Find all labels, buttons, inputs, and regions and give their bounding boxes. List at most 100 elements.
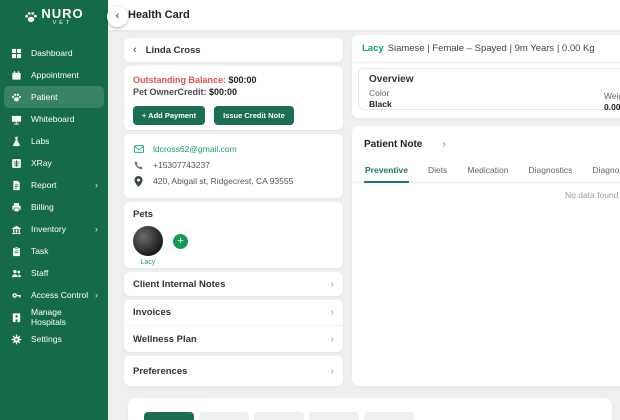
pet-overview-card: Lacy Siamese | Female – Spayed | 9m Year… — [352, 35, 620, 118]
sidebar-item-manage-hospitals[interactable]: Manage Hospitals — [4, 306, 104, 328]
billing-icon — [10, 201, 22, 213]
sidebar-item-settings[interactable]: Settings — [4, 328, 104, 350]
empty-state-text: No data found — [565, 190, 619, 200]
sidebar-item-billing[interactable]: Billing — [4, 196, 104, 218]
chevron-right-icon: › — [95, 224, 98, 234]
sidebar-item-label: Inventory — [31, 224, 66, 234]
invoices-row[interactable]: Invoices › — [124, 300, 343, 326]
key-icon — [10, 289, 22, 301]
overview-title: Overview — [369, 74, 414, 85]
sidebar-item-label: Whiteboard — [31, 114, 75, 124]
task-icon — [10, 245, 22, 257]
sidebar-item-label: Task — [31, 246, 49, 256]
client-address: 420, Abigail st, Ridgecrest, CA 93555 — [153, 176, 294, 186]
tab-diagnostics[interactable]: Diagnostics — [527, 159, 573, 183]
sidebar-item-label: Settings — [31, 334, 62, 344]
wellness-plan-row[interactable]: Wellness Plan › — [124, 326, 343, 352]
tab-diets[interactable]: Diets — [427, 159, 448, 183]
chevron-right-icon: › — [330, 278, 334, 290]
report-icon — [10, 179, 22, 191]
outstanding-balance-value: $00:00 — [228, 75, 257, 85]
sidebar-item-inventory[interactable]: Inventory › — [4, 218, 104, 240]
plus-icon: + — [177, 234, 184, 247]
sidebar-item-label: Report — [31, 180, 57, 190]
patient-note-row[interactable]: Patient Note › — [352, 126, 620, 154]
sidebar-item-patient[interactable]: Patient — [4, 86, 104, 108]
client-phone-row[interactable]: +15307743237 — [133, 157, 334, 173]
paw-icon — [10, 91, 22, 103]
bottom-tab[interactable] — [364, 412, 414, 420]
add-payment-button[interactable]: + Add Payment — [133, 106, 206, 125]
bottom-tab[interactable] — [199, 412, 249, 420]
sidebar-collapse-button[interactable]: ‹ — [107, 6, 128, 27]
brand-subtitle: VET — [52, 20, 73, 26]
tab-diagnoses[interactable]: Diagnoses — [591, 159, 620, 183]
sidebar-item-label: Billing — [31, 202, 54, 212]
overview-field-weight: Weight 0.00 Kg — [604, 91, 620, 113]
bottom-tab[interactable] — [254, 412, 304, 420]
sidebar-item-whiteboard[interactable]: Whiteboard — [4, 108, 104, 130]
client-internal-notes-label: Client Internal Notes — [133, 278, 226, 290]
tab-preventive[interactable]: Preventive — [364, 159, 409, 183]
sidebar-item-label: Patient — [31, 92, 58, 102]
sidebar-item-dashboard[interactable]: Dashboard — [4, 42, 104, 64]
issue-credit-note-button[interactable]: Issue Credit Note — [214, 106, 294, 125]
sidebar-item-staff[interactable]: Staff — [4, 262, 104, 284]
patient-detail-card: Patient Note › Preventive Diets Medicati… — [352, 126, 620, 386]
phone-icon — [133, 161, 144, 170]
pet-list-item[interactable]: Lacy — [133, 226, 163, 266]
preferences-row[interactable]: Preferences › — [124, 356, 343, 386]
chevron-right-icon: › — [442, 139, 446, 150]
dashboard-icon — [10, 47, 22, 59]
sidebar-item-report[interactable]: Report › — [4, 174, 104, 196]
sidebar-item-label: Appointment — [31, 70, 79, 80]
bottom-tab-active[interactable] — [144, 412, 194, 420]
whiteboard-icon — [10, 113, 22, 125]
outstanding-balance: Outstanding Balance: $00:00 — [133, 74, 334, 86]
pet-name: Lacy — [362, 43, 384, 54]
sidebar-item-task[interactable]: Task — [4, 240, 104, 262]
pet-owner-credit: Pet OwnerCredit: $00:00 — [133, 86, 334, 98]
paw-logo-icon — [24, 10, 38, 24]
pets-card: Pets Lacy + — [124, 202, 343, 268]
invoices-label: Invoices — [133, 307, 172, 318]
bottom-tab[interactable] — [309, 412, 359, 420]
sidebar-item-label: Manage Hospitals — [31, 307, 66, 327]
pet-summary-header: Lacy Siamese | Female – Spayed | 9m Year… — [352, 35, 620, 63]
balance-card: Outstanding Balance: $00:00 Pet OwnerCre… — [124, 66, 343, 130]
sidebar-item-xray[interactable]: XRay — [4, 152, 104, 174]
color-label: Color — [369, 88, 390, 98]
gear-icon — [10, 333, 22, 345]
overview-box: Overview Color Black Weight 0.00 Kg — [358, 68, 620, 113]
sidebar-item-labs[interactable]: Labs — [4, 130, 104, 152]
back-button[interactable]: ‹ — [133, 44, 137, 56]
hospital-icon — [10, 311, 22, 323]
outstanding-balance-label: Outstanding Balance: — [133, 75, 227, 85]
sidebar-item-access-control[interactable]: Access Control › — [4, 284, 104, 306]
pet-avatar[interactable] — [133, 226, 163, 256]
patient-tabs: Preventive Diets Medication Diagnostics … — [352, 159, 620, 183]
tab-medication[interactable]: Medication — [466, 159, 509, 183]
client-address-row: 420, Abigail st, Ridgecrest, CA 93555 — [133, 173, 334, 189]
client-email-row[interactable]: ldcross62@gmail.com — [133, 141, 334, 157]
pet-name-label: Lacy — [140, 259, 156, 266]
sidebar-item-label: XRay — [31, 158, 52, 168]
client-internal-notes-card: Client Internal Notes › — [124, 272, 343, 296]
xray-icon — [10, 157, 22, 169]
calendar-icon — [10, 69, 22, 81]
sidebar-item-appointment[interactable]: Appointment — [4, 64, 104, 86]
top-bar: Health Card — [108, 0, 620, 30]
client-internal-notes-row[interactable]: Client Internal Notes › — [124, 272, 343, 296]
color-value: Black — [369, 99, 392, 109]
sidebar-item-label: Labs — [31, 136, 50, 146]
location-pin-icon — [133, 175, 144, 187]
pet-owner-credit-value: $00:00 — [209, 87, 238, 97]
wellness-plan-label: Wellness Plan — [133, 333, 197, 345]
add-pet-button[interactable]: + — [173, 233, 188, 249]
overview-field-color: Color Black — [369, 88, 620, 110]
chevron-right-icon: › — [330, 307, 334, 318]
bottom-tabs — [128, 398, 612, 420]
contact-card: ldcross62@gmail.com +15307743237 420, Ab… — [124, 134, 343, 198]
page-title: Health Card — [128, 9, 190, 21]
client-phone: +15307743237 — [153, 160, 210, 170]
